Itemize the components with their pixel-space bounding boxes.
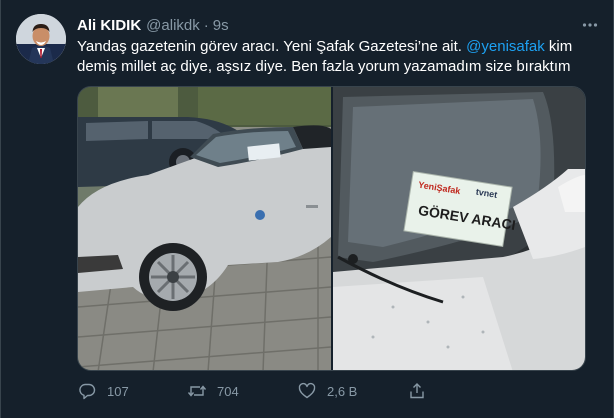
reply-button[interactable]: 107 [77,381,187,401]
retweet-button[interactable]: 704 [187,381,297,401]
separator-dot: · [203,16,209,34]
tweet-text: Yandaş gazetenin görev aracı. Yeni Şafak… [77,37,577,77]
reply-count: 107 [107,383,129,399]
windshield-sign-photo[interactable]: YeniŞafak tvnet GÖREV ARACI [333,87,585,370]
tweet-actions: 107 704 2,6 B [77,380,517,402]
like-count: 2,6 B [327,383,358,399]
share-icon [407,381,427,401]
avatar[interactable] [16,14,66,64]
tweet-text-part-1: Yandaş gazetenin görev aracı. Yeni Şafak… [77,38,467,55]
tweet-time[interactable]: 9s [213,17,229,34]
tweet-header: Ali KIDIK @alikdk · 9s [77,15,229,35]
author-handle[interactable]: @alikdk [146,17,200,34]
share-button[interactable] [407,381,517,401]
retweet-icon [187,381,207,401]
author-name[interactable]: Ali KIDIK [77,17,141,34]
mention-link[interactable]: @yenisafak [466,38,545,55]
retweet-count: 704 [217,383,239,399]
more-horizontal-icon[interactable] [579,14,601,36]
reply-icon [77,381,97,401]
car-photo[interactable] [78,87,331,370]
like-button[interactable]: 2,6 B [297,381,407,401]
tweet-media: YeniŞafak tvnet GÖREV ARACI [77,86,586,371]
tweet: Ali KIDIK @alikdk · 9s Yandaş gazetenin … [0,0,614,418]
heart-icon [297,381,317,401]
